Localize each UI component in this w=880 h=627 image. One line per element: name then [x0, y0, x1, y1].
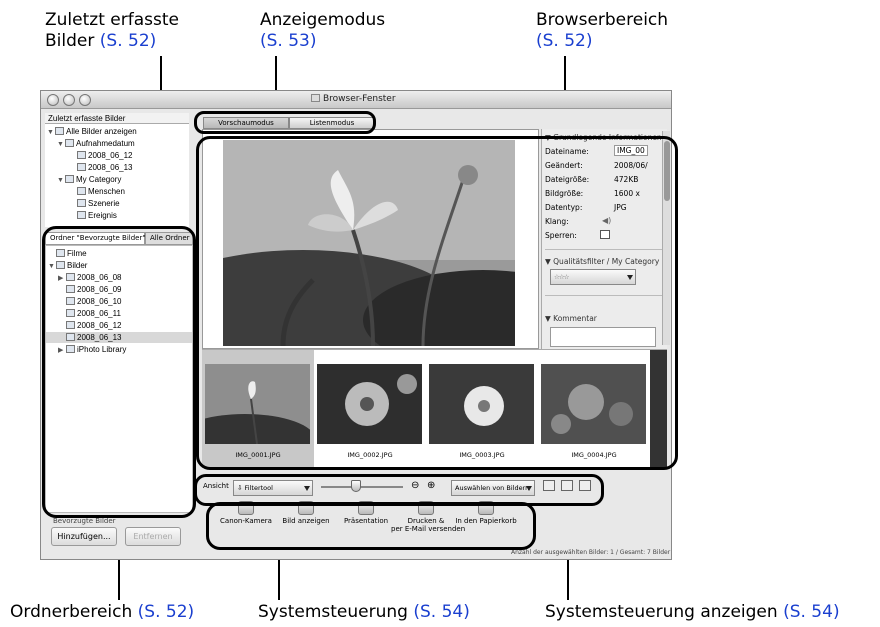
tree-item-scenery[interactable]: Szenerie [77, 198, 120, 209]
people-icon [77, 187, 86, 195]
callout-view-ref[interactable]: (S. 54) [783, 602, 840, 622]
recent-images-header: Zuletzt erfasste Bilder [45, 113, 189, 124]
tree-label: My Category [76, 175, 122, 184]
callout-mode-ref[interactable]: (S. 53) [260, 31, 385, 52]
tree-label: 2008_06_13 [88, 163, 133, 172]
close-window-button[interactable] [47, 94, 59, 106]
callout-browser-area: Browserbereich (S. 52) [536, 10, 668, 52]
tree-item-date-2[interactable]: 2008_06_13 [77, 162, 133, 173]
tree-item-my-category[interactable]: ▼ My Category [57, 174, 121, 186]
tree-item-events[interactable]: Ereignis [77, 210, 117, 221]
tree-label: Menschen [88, 187, 125, 196]
tree-label: Ereignis [88, 211, 117, 220]
images-icon [55, 127, 64, 135]
calendar-icon [77, 163, 86, 171]
scenery-icon [77, 199, 86, 207]
window-title-text: Browser-Fenster [323, 94, 396, 104]
tree-label: 2008_06_12 [88, 151, 133, 160]
disclosure-down-icon[interactable]: ▼ [47, 127, 55, 138]
tree-label: Aufnahmedatum [76, 139, 135, 148]
highlight-browser-area [196, 136, 678, 470]
callout-recent-line2: Bilder [45, 31, 95, 51]
remove-favorite-button[interactable]: Entfernen [125, 527, 181, 546]
callout-recent-line1: Zuletzt erfasste [45, 10, 179, 30]
tree-item-shooting-date[interactable]: ▼ Aufnahmedatum [57, 138, 135, 150]
add-favorite-button[interactable]: Hinzufügen... [51, 527, 117, 546]
calendar-icon [77, 151, 86, 159]
callout-browser-line1: Browserbereich [536, 10, 669, 30]
category-icon [65, 175, 74, 183]
highlight-task-controls [206, 502, 536, 550]
callout-display-mode: Anzeigemodus (S. 53) [260, 10, 385, 52]
tree-item-date-1[interactable]: 2008_06_12 [77, 150, 133, 161]
callout-recent-ref[interactable]: (S. 52) [100, 31, 157, 51]
callout-tasks-ref[interactable]: (S. 54) [413, 602, 470, 622]
event-icon [77, 211, 86, 219]
status-bar: Anzahl der ausgewählten Bilder: 1 / Gesa… [511, 549, 671, 556]
disclosure-down-icon[interactable]: ▼ [57, 139, 65, 150]
callout-view-controls: Systemsteuerung anzeigen (S. 54) [545, 602, 840, 623]
highlight-folder-area [42, 226, 196, 518]
callout-tasks-line1: Systemsteuerung [258, 602, 408, 622]
tree-label: Alle Bilder anzeigen [66, 127, 137, 136]
folder-icon [311, 94, 320, 102]
tree-item-people[interactable]: Menschen [77, 186, 125, 197]
callout-folder-ref[interactable]: (S. 52) [138, 602, 195, 622]
zoom-window-button[interactable] [79, 94, 91, 106]
tree-label: Szenerie [88, 199, 120, 208]
recent-images-panel: ▼ Alle Bilder anzeigen ▼ Aufnahmedatum 200… [45, 124, 189, 227]
callout-folder-area: Ordnerbereich (S. 52) [10, 602, 194, 623]
callout-task-controls: Systemsteuerung (S. 54) [258, 602, 470, 623]
tree-item-all-images[interactable]: ▼ Alle Bilder anzeigen [47, 126, 137, 138]
disclosure-down-icon[interactable]: ▼ [57, 175, 65, 186]
highlight-display-mode [194, 111, 376, 134]
favorites-label: Bevorzugte Bilder [53, 517, 116, 525]
callout-folder-line1: Ordnerbereich [10, 602, 133, 622]
callout-view-line1: Systemsteuerung anzeigen [545, 602, 778, 622]
callout-recent-images: Zuletzt erfasste Bilder (S. 52) [45, 10, 179, 52]
window-title: Browser-Fenster [311, 94, 396, 104]
minimize-window-button[interactable] [63, 94, 75, 106]
callout-mode-line1: Anzeigemodus [260, 10, 386, 30]
callout-browser-ref[interactable]: (S. 52) [536, 31, 668, 52]
title-bar[interactable]: Browser-Fenster [41, 91, 671, 109]
calendar-icon [65, 139, 74, 147]
